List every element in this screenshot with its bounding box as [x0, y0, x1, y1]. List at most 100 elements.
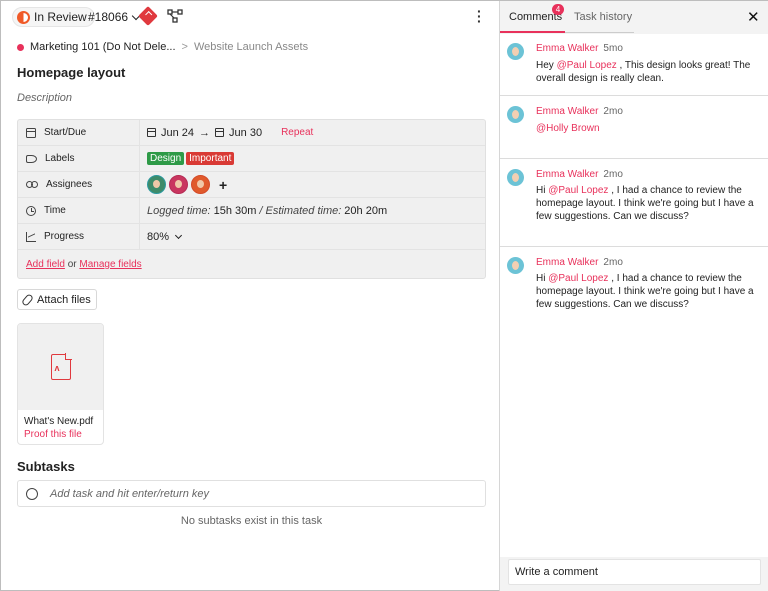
field-value-time[interactable]: Logged time: 15h 30m / Estimated time: 2…	[140, 205, 387, 217]
due-date[interactable]: Jun 30	[229, 127, 262, 139]
field-row-time: Time Logged time: 15h 30m / Estimated ti…	[18, 198, 485, 224]
priority-up-icon[interactable]	[138, 6, 158, 26]
tag-icon	[26, 154, 37, 163]
breadcrumb-project[interactable]: Marketing 101 (Do Not Dele...	[30, 41, 176, 53]
chart-icon	[26, 231, 36, 242]
task-main-pane: In Review #18066 · · · Marketing 101 (Do N…	[1, 1, 499, 591]
assignee-avatar[interactable]	[169, 175, 188, 194]
field-row-labels: Labels Design Important	[18, 146, 485, 172]
status-label: In Review	[34, 10, 87, 24]
comment-input[interactable]: Write a comment	[508, 559, 761, 585]
comment-author-line: Emma Walker 2mo	[536, 257, 623, 268]
sidebar-tabs: Comments 4 Task history ✕	[500, 1, 768, 33]
calendar-icon	[26, 127, 36, 138]
progress-dropdown[interactable]: 80%	[140, 231, 183, 243]
repeat-link[interactable]: Repeat	[281, 127, 313, 138]
comments-sidebar: Comments 4 Task history ✕ Emma Walker 5mo…	[499, 1, 768, 591]
task-detail-window: In Review #18066 · · · Marketing 101 (Do N…	[0, 0, 768, 591]
field-key-progress: Progress	[18, 224, 140, 249]
field-key-assignees: Assignees	[18, 172, 140, 197]
field-value-labels[interactable]: Design Important	[140, 152, 235, 165]
start-date[interactable]: Jun 24	[161, 127, 194, 139]
field-label: Labels	[45, 153, 75, 164]
avatar[interactable]	[507, 106, 524, 123]
comments-count-badge: 4	[552, 4, 564, 15]
subtasks-heading: Subtasks	[17, 459, 75, 474]
comment-author-line: Emma Walker 2mo	[536, 106, 623, 117]
comment-author[interactable]: Emma Walker	[536, 43, 598, 54]
comment-body: Hey @Paul Lopez , This design looks grea…	[536, 59, 758, 85]
comment-body: @Holly Brown	[536, 122, 758, 135]
or-text: or	[67, 259, 77, 270]
task-toolbar: In Review #18066 · · ·	[1, 1, 499, 33]
pdf-file-icon: ᴧ	[50, 353, 72, 380]
assignee-avatar[interactable]	[191, 175, 210, 194]
workflow-icon[interactable]	[167, 9, 183, 23]
subtask-input[interactable]: Add task and hit enter/return key	[17, 480, 486, 507]
comment-author[interactable]: Emma Walker	[536, 257, 598, 268]
avatar[interactable]	[507, 257, 524, 274]
mention-link[interactable]: @Holly Brown	[536, 123, 600, 134]
estimated-time-value[interactable]: 20h 20m	[344, 205, 387, 217]
label-tag-important[interactable]: Important	[186, 152, 235, 165]
status-icon	[17, 10, 30, 24]
description-field[interactable]: Description	[17, 92, 72, 104]
comment-time: 5mo	[603, 43, 623, 54]
comment-item: Emma Walker 2mo @Holly Brown	[500, 96, 768, 159]
field-key-start-due: Start/Due	[18, 120, 140, 145]
comment-item: Emma Walker 2mo Hi @Paul Lopez , I had a …	[500, 159, 768, 247]
file-name: What's New.pdf	[24, 416, 94, 427]
field-key-time: Time	[18, 198, 140, 223]
manage-fields-link[interactable]: Manage fields	[79, 259, 141, 270]
paperclip-icon	[20, 292, 35, 307]
attach-files-button[interactable]: Attach files	[17, 289, 97, 310]
field-value-assignees[interactable]: +	[140, 175, 227, 194]
file-thumbnail[interactable]: ᴧ	[18, 324, 103, 410]
comment-body: Hi @Paul Lopez , I had a chance to revie…	[536, 184, 758, 223]
comment-time: 2mo	[603, 257, 623, 268]
avatar[interactable]	[507, 43, 524, 60]
add-field-link[interactable]: Add field	[26, 259, 65, 270]
mention-link[interactable]: @Paul Lopez	[557, 60, 617, 71]
task-id-dropdown[interactable]: #18066	[88, 10, 141, 24]
comment-author[interactable]: Emma Walker	[536, 169, 598, 180]
mention-link[interactable]: @Paul Lopez	[548, 273, 608, 284]
time-separator: /	[259, 204, 263, 217]
comment-body: Hi @Paul Lopez , I had a chance to revie…	[536, 272, 758, 311]
close-icon[interactable]: ✕	[747, 8, 760, 26]
comment-time: 2mo	[603, 106, 623, 117]
field-value-start-due[interactable]: Jun 24 → Jun 30 Repeat	[140, 127, 313, 139]
date-arrow: →	[199, 126, 211, 139]
logged-time-value[interactable]: 15h 30m	[214, 205, 257, 217]
subtask-placeholder: Add task and hit enter/return key	[50, 487, 209, 500]
task-title[interactable]: Homepage layout	[17, 65, 125, 80]
mention-link[interactable]: @Paul Lopez	[548, 185, 608, 196]
active-tab-indicator	[500, 31, 565, 33]
file-card[interactable]: ᴧ What's New.pdf Proof this file	[17, 323, 104, 445]
tab-divider	[565, 32, 634, 33]
add-assignee-button[interactable]: +	[219, 177, 227, 193]
field-label: Progress	[44, 231, 85, 242]
people-icon	[26, 180, 38, 190]
comment-time: 2mo	[603, 169, 623, 180]
task-fields-panel: Start/Due Jun 24 → Jun 30 Repeat Labels	[17, 119, 486, 279]
label-tag-design[interactable]: Design	[147, 152, 185, 165]
comment-input-placeholder: Write a comment	[515, 566, 598, 578]
field-label: Assignees	[46, 179, 93, 190]
circle-checkbox-icon	[26, 487, 38, 500]
breadcrumb-list[interactable]: Website Launch Assets	[194, 41, 308, 53]
tab-task-history[interactable]: Task history	[574, 11, 632, 23]
more-vert-icon[interactable]: · · ·	[477, 4, 483, 28]
avatar[interactable]	[507, 169, 524, 186]
comment-author[interactable]: Emma Walker	[536, 106, 598, 117]
calendar-icon	[147, 128, 156, 137]
field-label: Time	[44, 205, 66, 216]
task-id-label: #18066	[88, 10, 129, 24]
status-dropdown[interactable]: In Review	[12, 7, 95, 27]
comment-text: Hi	[536, 185, 549, 196]
proof-file-link[interactable]: Proof this file	[24, 429, 82, 440]
assignee-avatar[interactable]	[147, 175, 166, 194]
clock-icon	[26, 205, 36, 216]
add-field-row: Add field or Manage fields	[26, 259, 142, 270]
field-row-progress: Progress 80%	[18, 224, 485, 250]
